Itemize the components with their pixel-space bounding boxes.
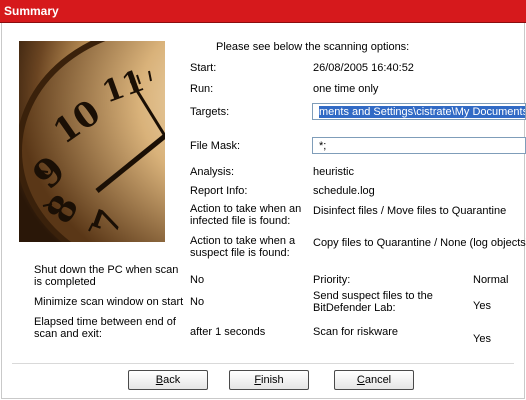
clock-image: 11 10 9 8 7 bbox=[19, 41, 165, 242]
shutdown-label: Shut down the PC when scan is completed bbox=[34, 264, 179, 288]
back-mnemonic: B bbox=[155, 374, 164, 386]
elapsed-label: Elapsed time between end of scan and exi… bbox=[34, 316, 176, 340]
cancel-mnemonic: C bbox=[356, 374, 365, 386]
finish-label-rest: inish bbox=[261, 374, 284, 386]
riskware-label: Scan for riskware bbox=[313, 326, 398, 338]
minimize-label: Minimize scan window on start bbox=[34, 296, 184, 308]
back-button[interactable]: Back bbox=[128, 370, 208, 390]
priority-label: Priority: bbox=[313, 274, 351, 286]
cancel-button[interactable]: Cancel bbox=[334, 370, 414, 390]
riskware-value: Yes bbox=[473, 333, 491, 345]
suspect-action-label: Action to take when a suspect file is fo… bbox=[190, 235, 296, 259]
intro-text: Please see below the scanning options: bbox=[216, 41, 410, 53]
targets-field[interactable]: ments and Settings\cistrate\My Documents bbox=[312, 103, 526, 120]
analysis-value: heuristic bbox=[313, 166, 354, 178]
suspect-action-value: Copy files to Quarantine / None (log obj… bbox=[313, 237, 526, 249]
minimize-value: No bbox=[190, 296, 205, 308]
wall-clock-photo-icon: 11 10 9 8 7 bbox=[19, 41, 165, 242]
report-info-label: Report Info: bbox=[190, 185, 248, 197]
file-mask-label: File Mask: bbox=[190, 140, 241, 152]
send-suspect-label: Send suspect files to the BitDefender La… bbox=[313, 290, 433, 314]
send-suspect-value: Yes bbox=[473, 300, 491, 312]
infected-action-label: Action to take when an infected file is … bbox=[190, 203, 302, 227]
targets-label: Targets: bbox=[190, 106, 230, 118]
run-label: Run: bbox=[190, 83, 214, 95]
report-info-value: schedule.log bbox=[313, 185, 375, 197]
cancel-label-rest: ancel bbox=[364, 374, 392, 386]
file-mask-field[interactable]: *; bbox=[312, 137, 526, 154]
priority-value: Normal bbox=[473, 274, 509, 286]
elapsed-value: after 1 seconds bbox=[190, 326, 266, 338]
start-value: 26/08/2005 16:40:52 bbox=[313, 62, 414, 74]
file-mask-value: *; bbox=[319, 140, 327, 152]
finish-button[interactable]: Finish bbox=[229, 370, 309, 390]
button-divider bbox=[12, 363, 514, 364]
run-value: one time only bbox=[313, 83, 379, 95]
targets-value: ments and Settings\cistrate\My Documents bbox=[319, 106, 525, 118]
back-label-rest: ack bbox=[163, 374, 181, 386]
infected-action-value: Disinfect files / Move files to Quaranti… bbox=[313, 205, 507, 217]
shutdown-value: No bbox=[190, 274, 205, 286]
window-title: Summary bbox=[4, 4, 59, 18]
start-label: Start: bbox=[190, 62, 217, 74]
window-title-bar: Summary bbox=[0, 0, 526, 22]
analysis-label: Analysis: bbox=[190, 166, 235, 178]
